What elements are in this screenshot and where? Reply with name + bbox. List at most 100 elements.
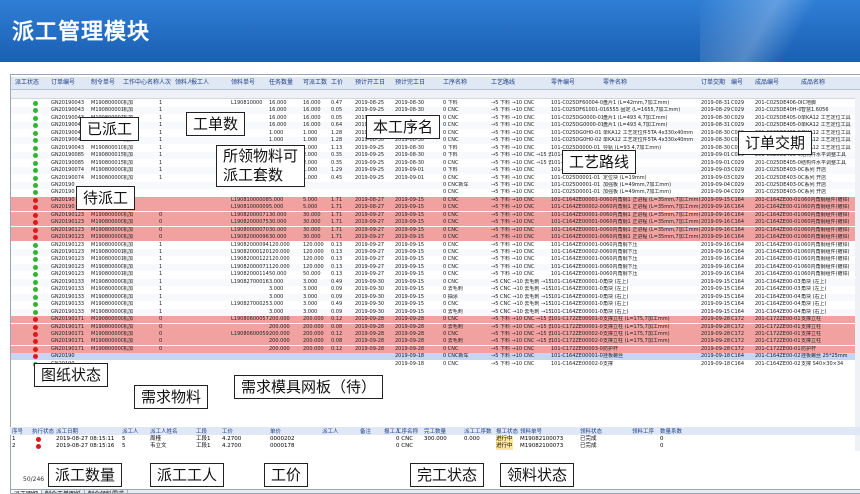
table-row[interactable]: GN20190133M19080000090机加1L190827000253.0… bbox=[11, 301, 860, 308]
table-row[interactable]: GN20190133 M19080000088机加 1 3.000 3.000 0.09 2… bbox=[11, 286, 860, 293]
tab-2[interactable]: 制令领料需求 bbox=[85, 490, 129, 493]
tab-1[interactable]: 制令工单图纸 bbox=[42, 490, 86, 493]
detail-column-header[interactable]: 领料工序 bbox=[632, 427, 654, 435]
table-row[interactable]: GN20190171 M19080000060机加 0 200.000 200.000 0… bbox=[11, 338, 860, 346]
table-row[interactable]: GN20190133 M19080000091机加 1 3.000 3.000 0.09 2… bbox=[11, 308, 860, 316]
detail-column-header[interactable]: 派工日期 bbox=[56, 427, 78, 435]
table-row[interactable]: GN20190 L19081000008 5.000 5.000 1.71 2019-08… bbox=[11, 196, 860, 204]
table-row[interactable]: GN20190171M19080000057机加0L19080600057200… bbox=[11, 316, 860, 324]
table-row[interactable]: GN20190123M19080000096机加0L1908200009630.… bbox=[11, 234, 860, 242]
table-cell: 支撑 S40×30×34 bbox=[801, 360, 844, 367]
detail-column-header[interactable]: 派工人姓名 bbox=[150, 427, 178, 435]
detail-column-header[interactable]: 备注 bbox=[360, 427, 371, 435]
table-row[interactable]: GN20190123M19080000073机加0L1908200007130.… bbox=[11, 211, 860, 219]
table-cell: 201-C164ZE00-01 bbox=[755, 234, 801, 241]
detail-column-header[interactable]: 执行状态 bbox=[32, 427, 54, 435]
detail-row[interactable]: 1 2019-08-27 08:15:11 5 周槿 工段1 4.2700 0000202 0… bbox=[10, 436, 860, 443]
detail-column-header[interactable]: 工价 bbox=[222, 427, 233, 435]
table-cell: 060内角钢1 正进程 (L=35mm,7加工mm) bbox=[603, 219, 701, 226]
detail-column-header[interactable]: 领料单号 bbox=[520, 427, 542, 435]
table-row[interactable]: GN20190 2019-09-18 0 CNC新车 →5 下料 →10 CNC 101… bbox=[11, 353, 860, 361]
column-header[interactable]: 成品编号 bbox=[755, 77, 801, 89]
table-row[interactable]: GN20190 0 CNC新车 →5 下料 →10 CNC 101-C025D0001… bbox=[11, 181, 860, 189]
detail-column-header[interactable]: 领料状态 bbox=[580, 427, 602, 435]
table-cell: →5 下料 →10 CNC bbox=[491, 137, 535, 144]
table-cell: 2019-09-15 bbox=[701, 308, 731, 315]
table-row[interactable]: GN20190043M19080001057机加11.0001.0001.132… bbox=[11, 145, 860, 152]
table-cell: C172 bbox=[731, 338, 745, 345]
table-row[interactable]: GN20190085M19080001505机加12.0002.0000.352… bbox=[11, 160, 860, 167]
table-cell: 0 CNC bbox=[443, 241, 459, 248]
tab-0[interactable]: 派工明细 bbox=[11, 490, 43, 493]
table-row[interactable]: GN20190171M19080000059机加0L19080600059200… bbox=[11, 330, 860, 338]
grid-filter-row[interactable] bbox=[11, 90, 860, 99]
detail-row[interactable]: 2 2019-08-27 08:15:16 5 韦立文 工段1 4.2700 0000178… bbox=[10, 443, 860, 450]
table-cell: 060内角钢下压 bbox=[603, 256, 638, 263]
scrollbar[interactable] bbox=[855, 91, 860, 451]
detail-column-header[interactable]: 单价 bbox=[270, 427, 281, 435]
column-header[interactable]: 人次 bbox=[159, 77, 175, 89]
table-cell: 2019-09-15 bbox=[395, 256, 425, 263]
column-header[interactable]: 工价 bbox=[331, 77, 355, 89]
detail-column-header[interactable]: 工序名称 bbox=[396, 427, 418, 435]
detail-column-header[interactable]: 工段 bbox=[196, 427, 207, 435]
column-header[interactable]: 领料人 bbox=[175, 77, 191, 89]
table-row[interactable]: GN20190133 M19080000089机加 1 3.000 3.000 0.09 2… bbox=[11, 293, 860, 301]
table-row[interactable]: GN20190 L19081000009 5.000 5.000 1.71 2019-08… bbox=[11, 204, 860, 212]
column-header[interactable]: 编号 bbox=[731, 77, 755, 89]
detail-column-header[interactable]: 派工人 bbox=[322, 427, 339, 435]
detail-column-header[interactable]: 派工人 bbox=[122, 427, 139, 435]
table-row[interactable]: GN20190133M19080000087机加1L190827000163.0… bbox=[11, 278, 860, 286]
detail-column-header[interactable]: 完工数量 bbox=[424, 427, 446, 435]
column-header[interactable]: 预计开工日 bbox=[355, 77, 395, 89]
table-cell: M19080000075 bbox=[91, 219, 123, 226]
table-cell: 0 CNC bbox=[443, 271, 459, 278]
table-cell: 201-C025DE405-01 bbox=[755, 114, 801, 121]
table-cell: 机加 bbox=[123, 338, 134, 345]
table-cell: →5 下料 →10 CNC bbox=[491, 167, 535, 174]
column-header[interactable]: 零件编号 bbox=[551, 77, 603, 89]
column-header[interactable]: 派工状态 bbox=[15, 77, 51, 89]
table-cell: 060内角钢组件(镀锌) bbox=[801, 204, 850, 211]
column-header[interactable]: 工艺路线 bbox=[491, 77, 551, 89]
column-header[interactable]: 工序名称 bbox=[443, 77, 491, 89]
table-row[interactable]: GN20190123M19080000114机加1L1908200011450.… bbox=[11, 271, 860, 278]
table-row[interactable]: GN20190074M19080000090机加11.0001.0000.452… bbox=[11, 175, 860, 182]
column-header[interactable]: 订单编号 bbox=[51, 77, 91, 89]
table-row[interactable]: GN20190043 M19080000100机加 1 16.000 16.000 0.0… bbox=[11, 107, 860, 115]
column-header[interactable]: 制令单号 bbox=[91, 77, 123, 89]
table-row[interactable]: GN20190 0 CNC →5 下料 →10 CNC 101-C025D0001-0… bbox=[11, 189, 860, 196]
table-row[interactable]: GN20190171 M19080000061机加 0 200.000 200.000 0… bbox=[11, 345, 860, 353]
status-dot-icon bbox=[33, 138, 38, 144]
table-row[interactable]: GN20190043 M19080000099机加 1 L190810000 16.00… bbox=[11, 100, 860, 107]
table-cell: M19080000088 bbox=[91, 286, 123, 293]
column-header[interactable]: 预计完工日 bbox=[395, 77, 443, 89]
column-header[interactable]: 零件名称 bbox=[603, 77, 701, 89]
column-header[interactable]: 任务数量 bbox=[269, 77, 303, 89]
table-cell: 200.000 bbox=[269, 330, 290, 337]
table-row[interactable]: GN20190123M19080000122机加1L19082000122120… bbox=[11, 256, 860, 263]
table-row[interactable]: GN20190123M19080000120机加1L19082000120120… bbox=[11, 249, 860, 256]
detail-column-header[interactable]: 派工工序数 bbox=[464, 427, 492, 435]
table-row[interactable]: GN20190123M19080000075机加0L1908200007530.… bbox=[11, 219, 860, 227]
table-row[interactable]: GN20190123M19080000070机加0L1908000007030.… bbox=[11, 226, 860, 234]
table-cell: 30.000 bbox=[303, 219, 321, 226]
column-header[interactable]: 可派工数 bbox=[303, 77, 331, 89]
table-row[interactable]: GN20190074M19080000089机加11.0001.0001.292… bbox=[11, 167, 860, 175]
column-header[interactable]: 工作中心名称 bbox=[123, 77, 159, 89]
table-cell: 2019-09-28 bbox=[395, 316, 425, 323]
table-row[interactable]: GN20190123M19080000071机加1L19082000071120… bbox=[11, 263, 860, 271]
detail-column-header[interactable]: 数量系数 bbox=[660, 427, 682, 435]
table-row[interactable]: GN201902019-09-180 CNC→5 下料 →10 CNC101-C… bbox=[11, 361, 860, 368]
table-cell: 单KA12 工艺定位工具 bbox=[801, 122, 851, 129]
detail-column-header[interactable]: 序号 bbox=[12, 427, 23, 435]
column-header[interactable]: 报工人 bbox=[191, 77, 231, 89]
table-cell: 角块 (右上) bbox=[801, 293, 827, 300]
table-row[interactable]: GN20190085M19080001504机加12.0002.0000.352… bbox=[11, 152, 860, 160]
column-header[interactable]: 订单交期 bbox=[701, 77, 731, 89]
detail-column-header[interactable]: 报工状态 bbox=[496, 427, 518, 435]
column-header[interactable]: 领料单号 bbox=[231, 77, 269, 89]
table-row[interactable]: GN20190171 M19080000058机加 0 200.000 200.000 0… bbox=[11, 323, 860, 331]
column-header[interactable]: 成品名称 bbox=[801, 77, 860, 89]
table-row[interactable]: GN20190123M19080000094机加1L19082000094120… bbox=[11, 242, 860, 249]
